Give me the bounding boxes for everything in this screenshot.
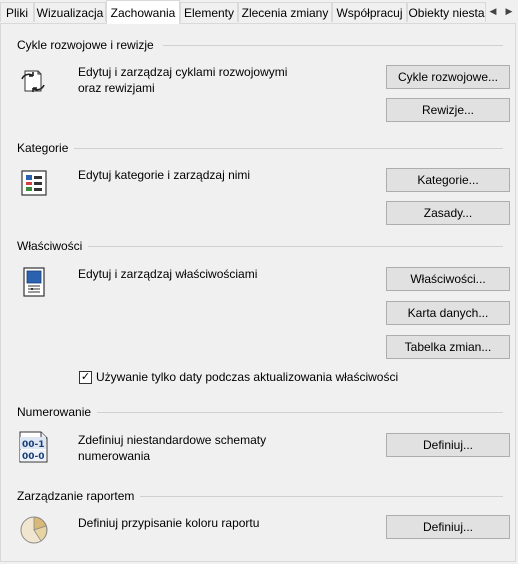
title-block-button[interactable]: Tabelka zmian... <box>386 335 510 359</box>
tab-wizualizacja[interactable]: Wizualizacja <box>34 2 106 22</box>
properties-sheet-icon <box>19 266 49 301</box>
numbering-scheme-icon: 00-1 00-0 <box>17 429 51 468</box>
properties-description: Edytuj i zarządzaj właściwościami <box>78 267 258 281</box>
reports-description: Definiuj przypisanie koloru raportu <box>78 516 260 530</box>
chevron-left-icon[interactable]: ◀ <box>485 2 501 20</box>
categories-list-icon <box>19 168 49 201</box>
tab-pliki[interactable]: Pliki <box>0 2 34 22</box>
rules-button[interactable]: Zasady... <box>386 201 510 225</box>
section-divider <box>17 246 503 247</box>
date-only-checkbox[interactable]: ✓ <box>79 371 92 384</box>
tab-strip: Pliki Wizualizacja Zachowania Elementy Z… <box>0 0 518 24</box>
numbering-description: Zdefiniuj niestandardowe schematy numero… <box>78 433 267 463</box>
section-title-categories: Kategorie <box>17 141 75 155</box>
section-divider <box>17 148 503 149</box>
tab-zlecenia-zmiany[interactable]: Zlecenia zmiany <box>238 2 332 22</box>
section-title-properties: Właściwości <box>17 239 89 253</box>
tab-zachowania[interactable]: Zachowania <box>106 0 180 24</box>
properties-button[interactable]: Właściwości... <box>386 267 510 291</box>
categories-button[interactable]: Kategorie... <box>386 168 510 192</box>
numbering-icon-text-bottom: 00-0 <box>22 452 45 462</box>
categories-description: Edytuj kategorie i zarządzaj nimi <box>78 168 251 182</box>
chevron-right-icon[interactable]: ▶ <box>501 2 517 20</box>
define-report-color-button[interactable]: Definiuj... <box>386 515 510 539</box>
lifecycle-arrows-icon <box>19 67 49 100</box>
datasheet-button[interactable]: Karta danych... <box>386 301 510 325</box>
behaviors-panel: Cykle rozwojowe i rewizje Edytuj i zarzą… <box>0 23 516 562</box>
define-numbering-button[interactable]: Definiuj... <box>386 433 510 457</box>
section-title-reports: Zarządzanie raportem <box>17 489 141 503</box>
numbering-icon-text-top: 00-1 <box>22 440 45 450</box>
tab-wspolpracuj[interactable]: Współpracuj <box>332 2 407 22</box>
section-title-cycles: Cykle rozwojowe i rewizje <box>17 38 160 52</box>
revisions-button[interactable]: Rewizje... <box>386 98 510 122</box>
date-only-checkbox-label[interactable]: Używanie tylko daty podczas aktualizowan… <box>96 370 398 384</box>
pie-chart-icon <box>19 514 51 549</box>
section-divider <box>163 45 503 46</box>
section-title-numbering: Numerowanie <box>17 405 98 419</box>
cycles-description: Edytuj i zarządzaj cyklami rozwojowymi o… <box>78 65 288 95</box>
lifecycles-button[interactable]: Cykle rozwojowe... <box>386 65 510 89</box>
tab-obiekty-niestandardowe[interactable]: Obiekty niesta <box>407 2 486 22</box>
tab-elementy[interactable]: Elementy <box>180 2 238 22</box>
